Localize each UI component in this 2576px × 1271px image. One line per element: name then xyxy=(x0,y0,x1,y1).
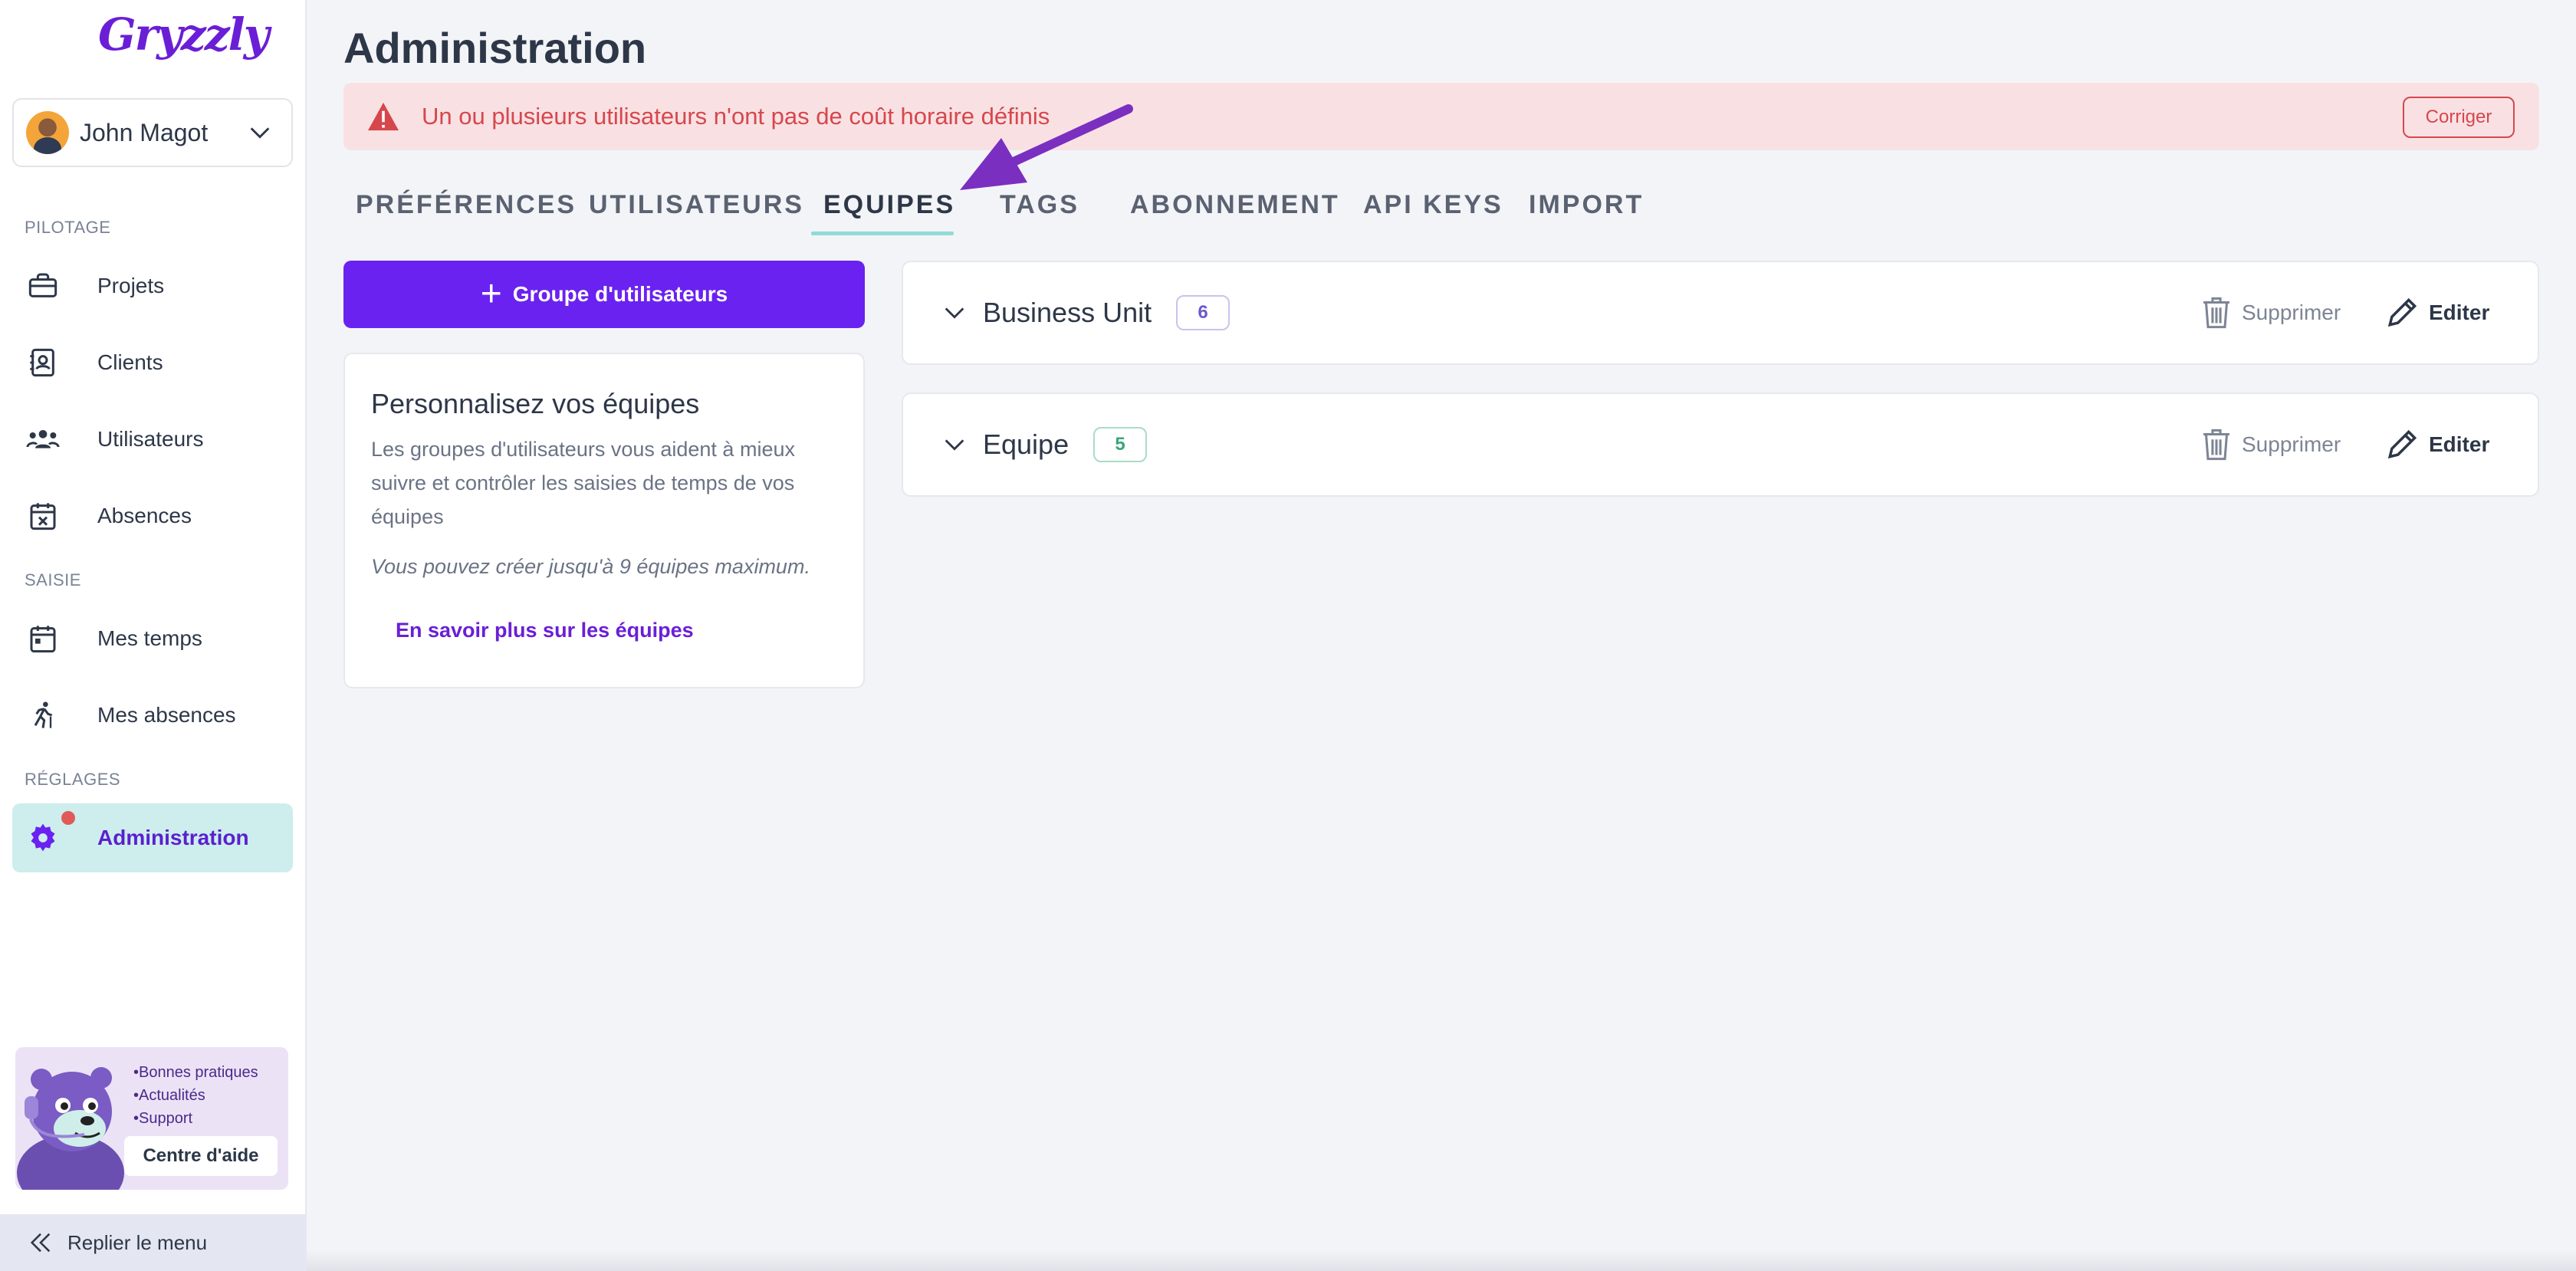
alert-banner: Un ou plusieurs utilisateurs n'ont pas d… xyxy=(343,83,2539,150)
trash-icon xyxy=(2203,297,2229,329)
sidebar-item-label: Utilisateurs xyxy=(97,427,204,451)
sidebar-item-label: Absences xyxy=(97,504,192,527)
member-count-badge: 6 xyxy=(1176,295,1230,330)
trash-icon xyxy=(2203,429,2229,461)
pencil-icon xyxy=(2387,429,2417,459)
user-selector[interactable]: John Magot xyxy=(12,98,293,167)
plus-icon: + xyxy=(480,274,502,314)
add-user-group-button[interactable]: + Groupe d'utilisateurs xyxy=(343,261,865,328)
avatar xyxy=(26,111,69,154)
info-card-note: Vous pouvez créer jusqu'à 9 équipes maxi… xyxy=(371,555,810,578)
edit-label: Editer xyxy=(2429,301,2490,324)
sidebar-item-clients[interactable]: Clients xyxy=(12,328,293,397)
delete-label: Supprimer xyxy=(2242,301,2341,324)
add-user-group-label: Groupe d'utilisateurs xyxy=(512,282,728,306)
member-count-badge: 5 xyxy=(1093,427,1148,462)
annotation-arrow-icon xyxy=(960,104,1133,190)
sidebar-item-mes-temps[interactable]: Mes temps xyxy=(12,604,293,673)
tab-api-keys[interactable]: API KEYS xyxy=(1363,181,1503,236)
help-card: •Bonnes pratiques •Actualités •Support C… xyxy=(15,1047,288,1190)
pencil-icon xyxy=(2387,297,2417,327)
collapse-menu-button[interactable]: Replier le menu xyxy=(0,1214,307,1271)
help-center-button[interactable]: Centre d'aide xyxy=(124,1136,278,1176)
tab-import[interactable]: IMPORT xyxy=(1529,181,1644,236)
help-link-actualites[interactable]: •Actualités xyxy=(133,1084,258,1107)
sidebar-item-projets[interactable]: Projets xyxy=(12,251,293,320)
info-card-title: Personnalisez vos équipes xyxy=(371,388,700,419)
warning-icon xyxy=(368,102,399,131)
user-name: John Magot xyxy=(80,118,209,146)
group-row-business-unit[interactable]: Business Unit 6 Supprimer Editer xyxy=(902,261,2539,365)
help-link-bonnes-pratiques[interactable]: •Bonnes pratiques xyxy=(133,1061,258,1084)
chevron-down-icon xyxy=(250,127,270,139)
bear-mascot-icon xyxy=(17,1067,124,1190)
help-link-support[interactable]: •Support xyxy=(133,1107,258,1130)
sidebar-item-label: Administration xyxy=(97,826,249,849)
section-label-reglages: RÉGLAGES xyxy=(25,770,121,789)
delete-group-button[interactable]: Supprimer xyxy=(2202,428,2341,461)
learn-more-teams-link[interactable]: En savoir plus sur les équipes xyxy=(396,619,837,642)
users-icon xyxy=(25,421,61,458)
section-label-pilotage: PILOTAGE xyxy=(25,218,111,237)
calendar-x-icon xyxy=(25,498,61,534)
group-name: Business Unit xyxy=(983,297,1152,328)
sidebar-item-mes-absences[interactable]: Mes absences xyxy=(12,681,293,750)
section-label-saisie: SAISIE xyxy=(25,570,81,590)
bottom-shadow xyxy=(307,1250,2576,1271)
sidebar-item-label: Mes temps xyxy=(97,626,202,650)
sidebar-item-label: Projets xyxy=(97,274,165,297)
tab-preferences[interactable]: PRÉFÉRENCES xyxy=(356,181,577,236)
contact-card-icon xyxy=(25,344,61,381)
gear-icon xyxy=(25,819,61,856)
tab-equipes[interactable]: EQUIPES xyxy=(823,181,955,236)
sidebar-item-administration[interactable]: Administration xyxy=(12,803,293,872)
teams-info-card: Personnalisez vos équipes Les groupes d'… xyxy=(343,353,865,688)
sidebar: Gryzzly John Magot PILOTAGE Projets Clie… xyxy=(0,0,307,1271)
fix-button[interactable]: Corriger xyxy=(2403,97,2515,138)
active-tab-indicator xyxy=(811,232,954,235)
sidebar-item-label: Mes absences xyxy=(97,703,236,727)
info-card-description: Les groupes d'utilisateurs vous aident à… xyxy=(371,438,795,528)
group-name: Equipe xyxy=(983,429,1070,460)
walking-person-icon xyxy=(25,697,61,734)
edit-group-button[interactable]: Editer xyxy=(2386,429,2489,461)
tab-abonnement[interactable]: ABONNEMENT xyxy=(1130,181,1340,236)
collapse-menu-label: Replier le menu xyxy=(67,1230,208,1254)
double-chevron-left-icon xyxy=(30,1233,51,1253)
chevron-down-icon[interactable] xyxy=(941,432,968,458)
sidebar-item-utilisateurs[interactable]: Utilisateurs xyxy=(12,405,293,474)
chevron-down-icon[interactable] xyxy=(941,300,968,326)
help-links: •Bonnes pratiques •Actualités •Support xyxy=(133,1061,258,1130)
page-title: Administration xyxy=(343,24,647,72)
app-logo[interactable]: Gryzzly xyxy=(98,2,269,67)
edit-group-button[interactable]: Editer xyxy=(2386,297,2489,329)
briefcase-icon xyxy=(25,268,61,304)
delete-label: Supprimer xyxy=(2242,432,2341,456)
tab-utilisateurs[interactable]: UTILISATEURS xyxy=(589,181,804,236)
calendar-icon xyxy=(25,620,61,657)
delete-group-button[interactable]: Supprimer xyxy=(2202,296,2341,330)
sidebar-item-label: Clients xyxy=(97,350,163,374)
edit-label: Editer xyxy=(2429,432,2490,456)
group-row-equipe[interactable]: Equipe 5 Supprimer Editer xyxy=(902,392,2539,497)
notification-dot xyxy=(61,811,75,825)
sidebar-item-absences[interactable]: Absences xyxy=(12,481,293,550)
